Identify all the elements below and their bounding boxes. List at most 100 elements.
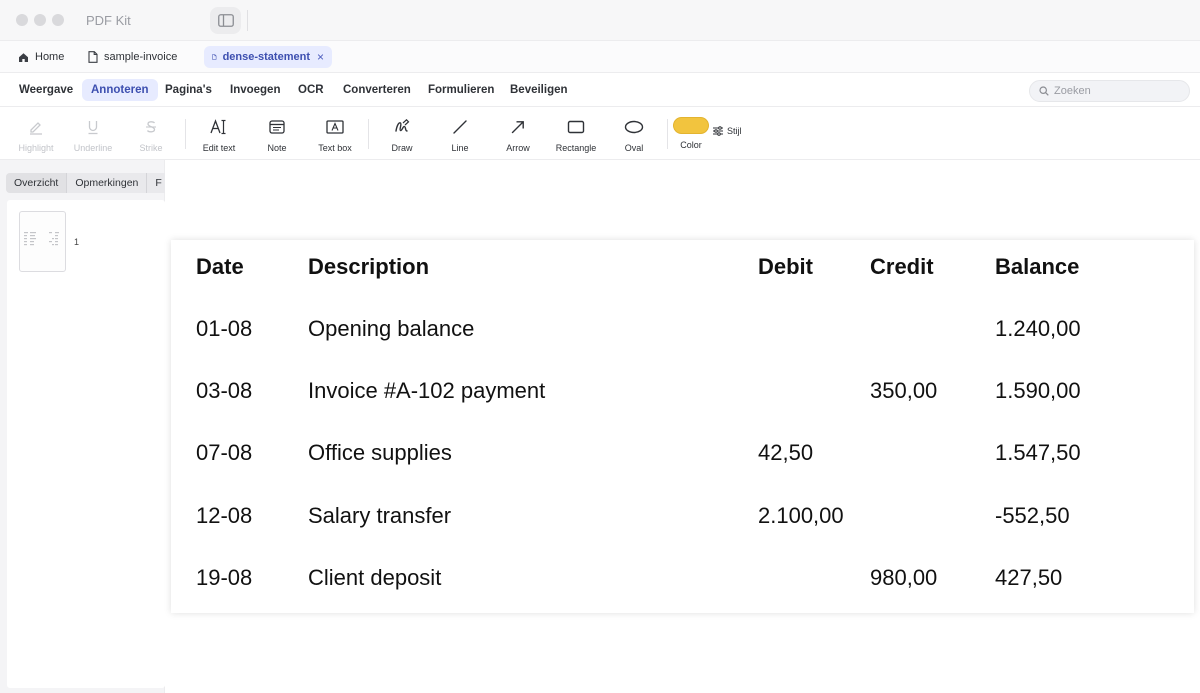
row-description-cell: Salary transfer — [308, 503, 452, 528]
tab-label: Home — [35, 51, 65, 63]
row-date-cell: 19-08 — [196, 565, 253, 590]
column-header-debit: Debit — [758, 254, 813, 279]
tool-label: Highlight — [18, 143, 54, 153]
rectangle-tool-button[interactable]: Rectangle — [547, 117, 605, 155]
tab-label: sample-invoice — [104, 51, 178, 63]
pdf-page: Date Description Debit Credit Balance 01… — [171, 240, 1194, 613]
thumbnail-panel: 1 — [7, 200, 165, 688]
sidebar-tab-more[interactable]: F — [147, 173, 165, 193]
app-title: PDF Kit — [86, 13, 131, 28]
home-icon — [19, 52, 28, 62]
arrow-tool-button[interactable]: Arrow — [489, 117, 547, 155]
tool-label: Text box — [318, 143, 352, 153]
row-balance-cell: 1.240,00 — [995, 316, 1081, 341]
menu-weergave[interactable]: Weergave — [10, 79, 82, 101]
page-thumbnail[interactable] — [19, 211, 66, 272]
text-box-tool-button[interactable]: Text box — [306, 117, 364, 155]
tool-label: Rectangle — [555, 143, 597, 153]
row-balance-cell: 427,50 — [995, 565, 1063, 590]
underline-tool-button[interactable]: Underline — [64, 117, 122, 155]
row-balance-cell: 1.547,50 — [995, 440, 1081, 465]
oval-tool-button[interactable]: Oval — [605, 117, 663, 155]
strike-tool-button[interactable]: Strike — [122, 117, 180, 155]
style-label: Stijl — [727, 126, 742, 136]
tab-sample-invoice[interactable]: sample-invoice — [80, 46, 185, 68]
column-header-date: Date — [196, 254, 244, 279]
sidebar-tab-overzicht[interactable]: Overzicht — [6, 173, 68, 193]
edit-text-tool-button[interactable]: Edit text — [190, 117, 248, 155]
document-tabs-bar: Home sample-invoice dense-statement × — [0, 41, 1200, 73]
document-viewport: Date Description Debit Credit Balance 01… — [165, 160, 1200, 693]
column-header-balance: Balance — [995, 254, 1080, 279]
tool-label: Strike — [139, 143, 163, 153]
document-icon — [88, 51, 98, 63]
tab-home[interactable]: Home — [10, 46, 72, 68]
tab-dense-statement[interactable]: dense-statement × — [204, 46, 332, 68]
menu-ocr[interactable]: OCR — [289, 79, 333, 101]
rectangle-icon — [567, 120, 585, 134]
color-swatch-button[interactable] — [673, 117, 709, 134]
sliders-icon — [713, 126, 723, 136]
row-date-cell: 01-08 — [196, 316, 253, 341]
tool-label: Draw — [391, 143, 413, 153]
menu-formulieren[interactable]: Formulieren — [419, 79, 503, 101]
sidebar-toggle-icon — [217, 14, 234, 27]
sidebar-toggle-button[interactable] — [210, 7, 241, 34]
menu-invoegen[interactable]: Invoegen — [221, 79, 289, 101]
strikethrough-icon — [146, 121, 156, 133]
tool-label: Note — [267, 143, 287, 153]
row-debit-cell: 42,50 — [758, 440, 814, 465]
page-number-label: 1 — [74, 237, 80, 247]
tool-label: Edit text — [202, 143, 236, 153]
tool-label: Arrow — [506, 143, 530, 153]
row-balance-cell: 1.590,00 — [995, 378, 1081, 403]
text-box-icon — [326, 120, 344, 134]
tool-label: Oval — [624, 143, 644, 153]
page-thumbnail-preview — [24, 232, 59, 246]
row-description-cell: Invoice #A-102 payment — [308, 378, 546, 403]
row-description-cell: Opening balance — [308, 316, 475, 341]
highlight-tool-button[interactable]: Highlight — [7, 117, 65, 155]
sidebar-tab-opmerkingen[interactable]: Opmerkingen — [67, 173, 148, 193]
row-description-cell: Office supplies — [308, 440, 452, 465]
style-button[interactable]: Stijl — [712, 126, 742, 136]
draw-icon — [395, 119, 410, 132]
row-balance-cell: -552,50 — [995, 503, 1070, 528]
arrow-icon — [511, 121, 524, 134]
title-bar: PDF Kit — [0, 0, 1200, 41]
line-icon — [453, 120, 467, 134]
tool-label: Line — [451, 143, 469, 153]
note-tool-button[interactable]: Note — [248, 117, 306, 155]
row-date-cell: 07-08 — [196, 440, 253, 465]
underline-icon — [88, 121, 98, 135]
menu-converteren[interactable]: Converteren — [334, 79, 420, 101]
close-window-button[interactable] — [16, 14, 28, 26]
column-header-credit: Credit — [870, 254, 934, 279]
close-tab-icon[interactable]: × — [317, 50, 324, 64]
draw-tool-button[interactable]: Draw — [373, 117, 431, 155]
search-input[interactable] — [1054, 85, 1179, 97]
row-credit-cell: 350,00 — [870, 378, 938, 403]
toolbar-separator — [185, 119, 186, 149]
document-icon — [212, 54, 217, 60]
color-label: Color — [680, 140, 702, 150]
menu-paginas[interactable]: Pagina's — [156, 79, 221, 101]
menu-bar: Weergave Annoteren Pagina's Invoegen OCR… — [0, 73, 1200, 107]
row-debit-cell: 2.100,00 — [758, 503, 844, 528]
titlebar-divider — [247, 10, 248, 31]
menu-annoteren[interactable]: Annoteren — [82, 79, 158, 101]
note-icon — [269, 120, 285, 134]
minimize-window-button[interactable] — [34, 14, 46, 26]
menu-beveiligen[interactable]: Beveiligen — [501, 79, 577, 101]
sidebar-tabs: Overzicht Opmerkingen F — [6, 173, 165, 193]
toolbar-separator — [368, 119, 369, 149]
row-credit-cell: 980,00 — [870, 565, 938, 590]
tab-label: dense-statement — [222, 51, 310, 63]
column-header-description: Description — [308, 254, 430, 279]
line-tool-button[interactable]: Line — [431, 117, 489, 155]
zoom-window-button[interactable] — [52, 14, 64, 26]
search-icon — [1039, 86, 1049, 96]
search-box[interactable] — [1029, 80, 1190, 102]
row-description-cell: Client deposit — [308, 565, 442, 590]
highlight-icon — [30, 122, 42, 135]
